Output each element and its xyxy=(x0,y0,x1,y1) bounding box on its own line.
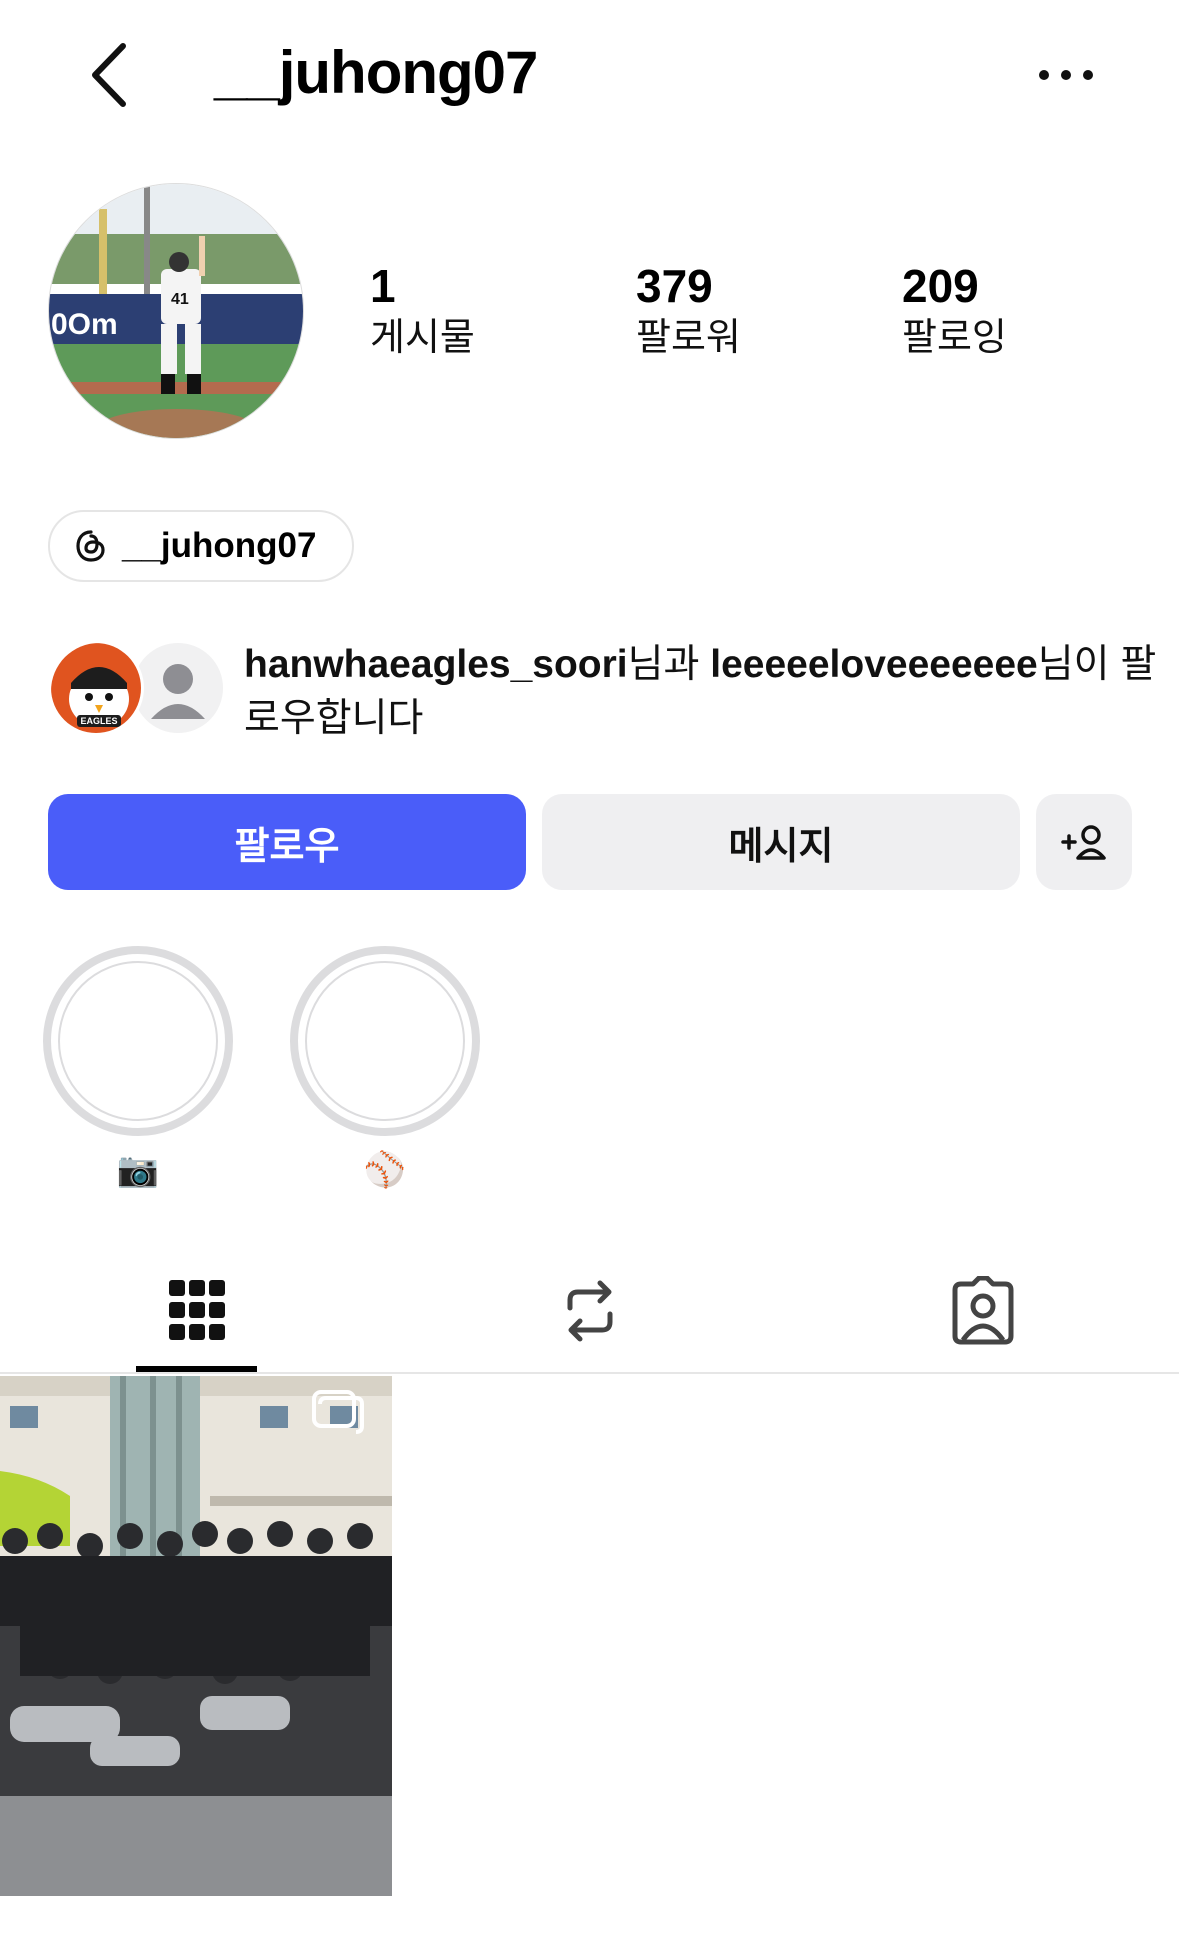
tab-posts-grid[interactable] xyxy=(0,1250,393,1372)
threads-badge[interactable]: __juhong07 xyxy=(48,510,354,582)
profile-stats: 1 게시물 379 팔로워 209 팔로잉 xyxy=(0,260,1179,370)
add-person-icon xyxy=(1061,825,1106,860)
highlight-ring xyxy=(290,946,480,1136)
more-horizontal-icon[interactable] xyxy=(1036,55,1096,95)
profile-header: __juhong07 xyxy=(0,0,1179,150)
followers-count: 379 xyxy=(636,260,713,312)
threads-handle: __juhong07 xyxy=(122,526,317,565)
mutual-followers[interactable]: EAGLES hanwhaeagles_soori님과 leeeeeloveee… xyxy=(48,638,1156,748)
highlight-label: ⚾ xyxy=(363,1151,407,1189)
follow-button[interactable]: 팔로우 xyxy=(48,794,526,890)
mutual-avatar-2 xyxy=(130,640,226,736)
following-label: 팔로잉 xyxy=(902,317,1007,359)
mutual-user-2[interactable]: leeeeeloveeeeeee xyxy=(710,643,1037,686)
post-thumbnail[interactable] xyxy=(0,1376,392,1896)
stat-followers[interactable]: 379 팔로워 xyxy=(636,260,741,364)
suggest-users-button[interactable] xyxy=(1036,794,1132,890)
svg-text:EAGLES: EAGLES xyxy=(80,716,117,726)
chevron-left-icon[interactable] xyxy=(85,40,135,110)
story-highlight[interactable]: ⚾ xyxy=(290,946,480,1194)
profile-tabs xyxy=(0,1250,1179,1374)
mutual-avatar-1: EAGLES xyxy=(48,640,144,736)
tab-tagged[interactable] xyxy=(786,1250,1179,1372)
tagged-icon xyxy=(952,1276,1013,1345)
story-highlight[interactable]: 📷 xyxy=(43,946,233,1194)
message-button[interactable]: 메시지 xyxy=(542,794,1020,890)
followers-label: 팔로워 xyxy=(636,317,741,359)
grid-icon xyxy=(168,1280,225,1340)
posts-label: 게시물 xyxy=(370,317,475,359)
stat-posts[interactable]: 1 게시물 xyxy=(370,260,475,364)
threads-icon xyxy=(76,530,105,562)
posts-count: 1 xyxy=(370,260,396,312)
stat-following[interactable]: 209 팔로잉 xyxy=(902,260,1007,364)
mutual-followers-text: hanwhaeagles_soori님과 leeeeeloveeeeeee님이 … xyxy=(244,638,1164,746)
following-count: 209 xyxy=(902,260,979,312)
repost-icon xyxy=(567,1280,612,1342)
tab-reposts[interactable] xyxy=(393,1250,786,1372)
active-tab-indicator xyxy=(136,1366,257,1372)
mutual-user-1[interactable]: hanwhaeagles_soori xyxy=(244,643,628,686)
team-photo xyxy=(0,1376,392,1896)
highlight-label: 📷 xyxy=(116,1151,160,1189)
highlight-ring xyxy=(43,946,233,1136)
mutual-connector: 님과 xyxy=(627,643,711,686)
header-username: __juhong07 xyxy=(214,39,538,106)
